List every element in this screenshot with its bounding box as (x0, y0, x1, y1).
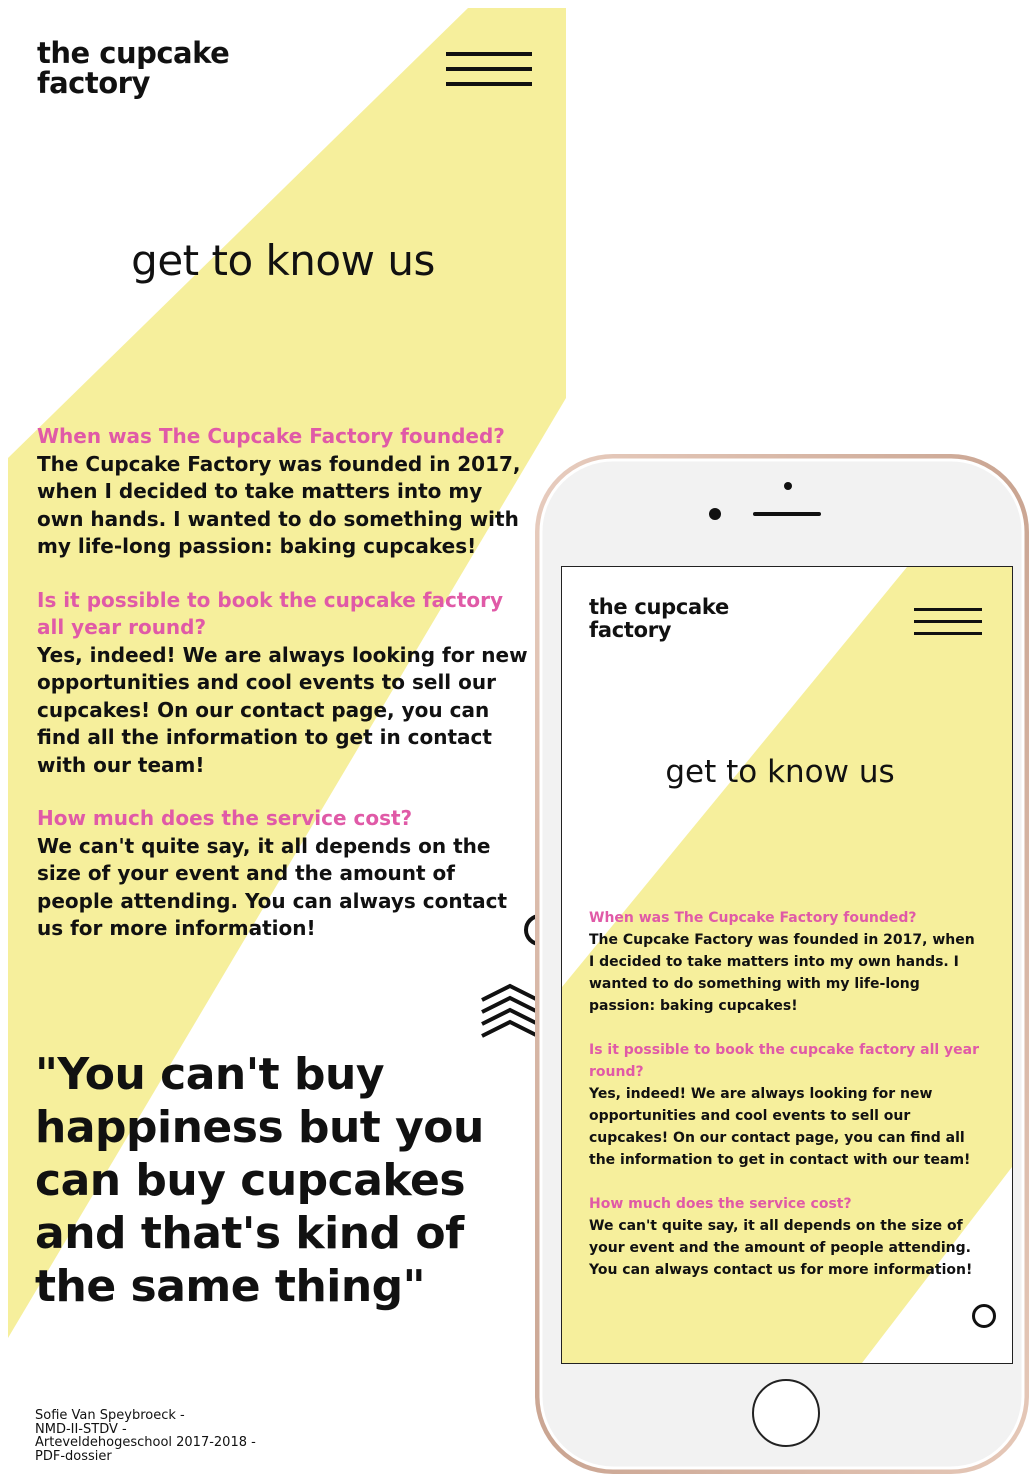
faq-answer: We can't quite say, it all depends on th… (589, 1218, 973, 1278)
phone-page-title: get to know us (665, 754, 895, 790)
faq-question: How much does the service cost? (589, 1196, 852, 1212)
footer-credits: Sofie Van Speybroeck - NMD-II-STDV - Art… (35, 1409, 256, 1463)
faq-answer: Yes, indeed! We are always looking for n… (589, 1086, 971, 1168)
phone-hamburger-menu-icon[interactable] (914, 608, 982, 636)
phone-screen: the cupcake factory get to know us When … (561, 566, 1013, 1364)
circle-decoration-icon (972, 1304, 996, 1328)
faq-answer: The Cupcake Factory was founded in 2017,… (589, 932, 975, 1014)
home-button[interactable] (752, 1379, 820, 1447)
faq-item: Is it possible to book the cupcake facto… (589, 1039, 984, 1171)
faq-item: How much does the service cost? We can't… (589, 1193, 984, 1281)
faq-item: When was The Cupcake Factory founded? Th… (589, 907, 984, 1017)
logo-line-1: the cupcake (589, 595, 729, 619)
zigzag-decoration-icon (481, 983, 539, 1038)
footer-text: Sofie Van Speybroeck - NMD-II-STDV - Art… (35, 1408, 256, 1464)
faq-question: Is it possible to book the cupcake facto… (589, 1042, 980, 1080)
phone-site-logo[interactable]: the cupcake factory (589, 596, 729, 642)
phone-mockup: the cupcake factory get to know us When … (533, 452, 1031, 1476)
quote-text: "You can't buy happiness but you can buy… (35, 1049, 484, 1312)
logo-line-2: factory (589, 618, 672, 642)
faq-question: When was The Cupcake Factory founded? (589, 910, 917, 926)
phone-faq-section: When was The Cupcake Factory founded? Th… (589, 907, 984, 1303)
